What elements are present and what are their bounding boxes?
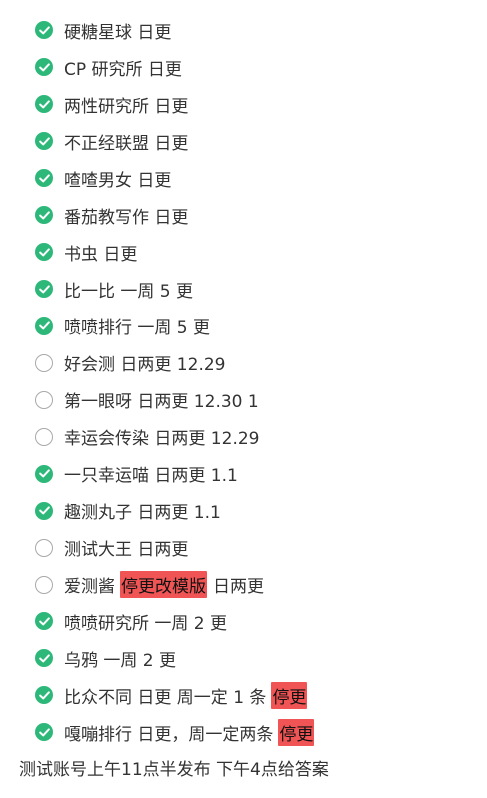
task-list: 硬糖星球 日更 CP 研究所 日更 两性研究所 日更 不正经联盟 日更 喳喳男女 日更番… [35, 12, 475, 751]
task-item: 两性研究所 日更 [35, 86, 475, 123]
task-text: 乌鸦 一周 2 更 [64, 650, 177, 671]
checked-checkbox-icon[interactable] [35, 169, 53, 188]
checked-checkbox-icon[interactable] [35, 686, 53, 705]
task-text: 不正经联盟 日更 [64, 133, 189, 154]
highlighted-tag: 停更改模版 [120, 571, 207, 599]
task-item: 番茄教写作 日更 [35, 197, 475, 234]
task-text: 嘎嘣排行 日更，周一定两条 [64, 724, 274, 745]
task-item: 爱测酱 停更改模版 日两更 [35, 566, 475, 603]
task-text: 书虫 日更 [64, 244, 138, 265]
checked-checkbox-icon[interactable] [35, 58, 53, 77]
checked-checkbox-icon[interactable] [35, 649, 53, 668]
task-item: 硬糖星球 日更 [35, 12, 475, 49]
checked-checkbox-icon[interactable] [35, 280, 53, 299]
task-text: CP 研究所 日更 [64, 59, 182, 80]
task-text: 喷喷研究所 一周 2 更 [64, 613, 228, 634]
task-item: 幸运会传染 日两更 12.29 [35, 418, 475, 455]
checked-checkbox-icon[interactable] [35, 243, 53, 262]
task-item: 喷喷排行 一周 5 更 [35, 308, 475, 345]
task-text: 幸运会传染 日两更 12.29 [64, 429, 260, 450]
unchecked-checkbox-icon[interactable] [35, 538, 53, 557]
task-item: 一只幸运喵 日两更 1.1 [35, 455, 475, 492]
task-text: 番茄教写作 日更 [64, 207, 189, 228]
task-text: 爱测酱 [64, 577, 115, 598]
highlighted-tag: 停更 [271, 681, 308, 709]
highlighted-tag: 停更 [278, 718, 315, 746]
checked-checkbox-icon[interactable] [35, 132, 53, 151]
task-text: 趣测丸子 日两更 1.1 [64, 503, 221, 524]
task-item: 喷喷研究所 一周 2 更 [35, 603, 475, 640]
checked-checkbox-icon[interactable] [35, 21, 53, 40]
task-item: 书虫 日更 [35, 234, 475, 271]
footer-note: 测试账号上午11点半发布 下午4点给答案 [19, 760, 329, 780]
task-item: 乌鸦 一周 2 更 [35, 640, 475, 677]
task-text: 喳喳男女 日更 [64, 170, 172, 191]
task-suffix: 日两更 [213, 577, 264, 598]
checked-checkbox-icon[interactable] [35, 316, 53, 335]
task-text: 比众不同 日更 周一定 1 条 [64, 687, 267, 708]
unchecked-checkbox-icon[interactable] [35, 390, 53, 409]
task-item: 第一眼呀 日两更 12.30 1 [35, 381, 475, 418]
checked-checkbox-icon[interactable] [35, 464, 53, 483]
task-text: 好会测 日两更 12.29 [64, 355, 226, 376]
task-text: 比一比 一周 5 更 [64, 281, 194, 302]
task-item: 好会测 日两更 12.29 [35, 344, 475, 381]
task-text: 第一眼呀 日两更 12.30 1 [64, 392, 259, 413]
task-text: 两性研究所 日更 [64, 96, 189, 117]
task-text: 测试大王 日两更 [64, 540, 189, 561]
task-text: 硬糖星球 日更 [64, 22, 172, 43]
task-text: 一只幸运喵 日两更 1.1 [64, 466, 238, 487]
checked-checkbox-icon[interactable] [35, 501, 53, 520]
task-item: CP 研究所 日更 [35, 49, 475, 86]
task-item: 测试大王 日两更 [35, 529, 475, 566]
task-text: 喷喷排行 一周 5 更 [64, 318, 211, 339]
checked-checkbox-icon[interactable] [35, 206, 53, 225]
checked-checkbox-icon[interactable] [35, 612, 53, 631]
task-item: 喳喳男女 日更 [35, 160, 475, 197]
checked-checkbox-icon[interactable] [35, 723, 53, 742]
task-item: 趣测丸子 日两更 1.1 [35, 492, 475, 529]
task-item: 嘎嘣排行 日更，周一定两条 停更 [35, 714, 475, 751]
unchecked-checkbox-icon[interactable] [35, 575, 53, 594]
unchecked-checkbox-icon[interactable] [35, 353, 53, 372]
unchecked-checkbox-icon[interactable] [35, 427, 53, 446]
task-item: 不正经联盟 日更 [35, 123, 475, 160]
task-item: 比众不同 日更 周一定 1 条停更 [35, 677, 475, 714]
checked-checkbox-icon[interactable] [35, 95, 53, 114]
task-item: 比一比 一周 5 更 [35, 271, 475, 308]
